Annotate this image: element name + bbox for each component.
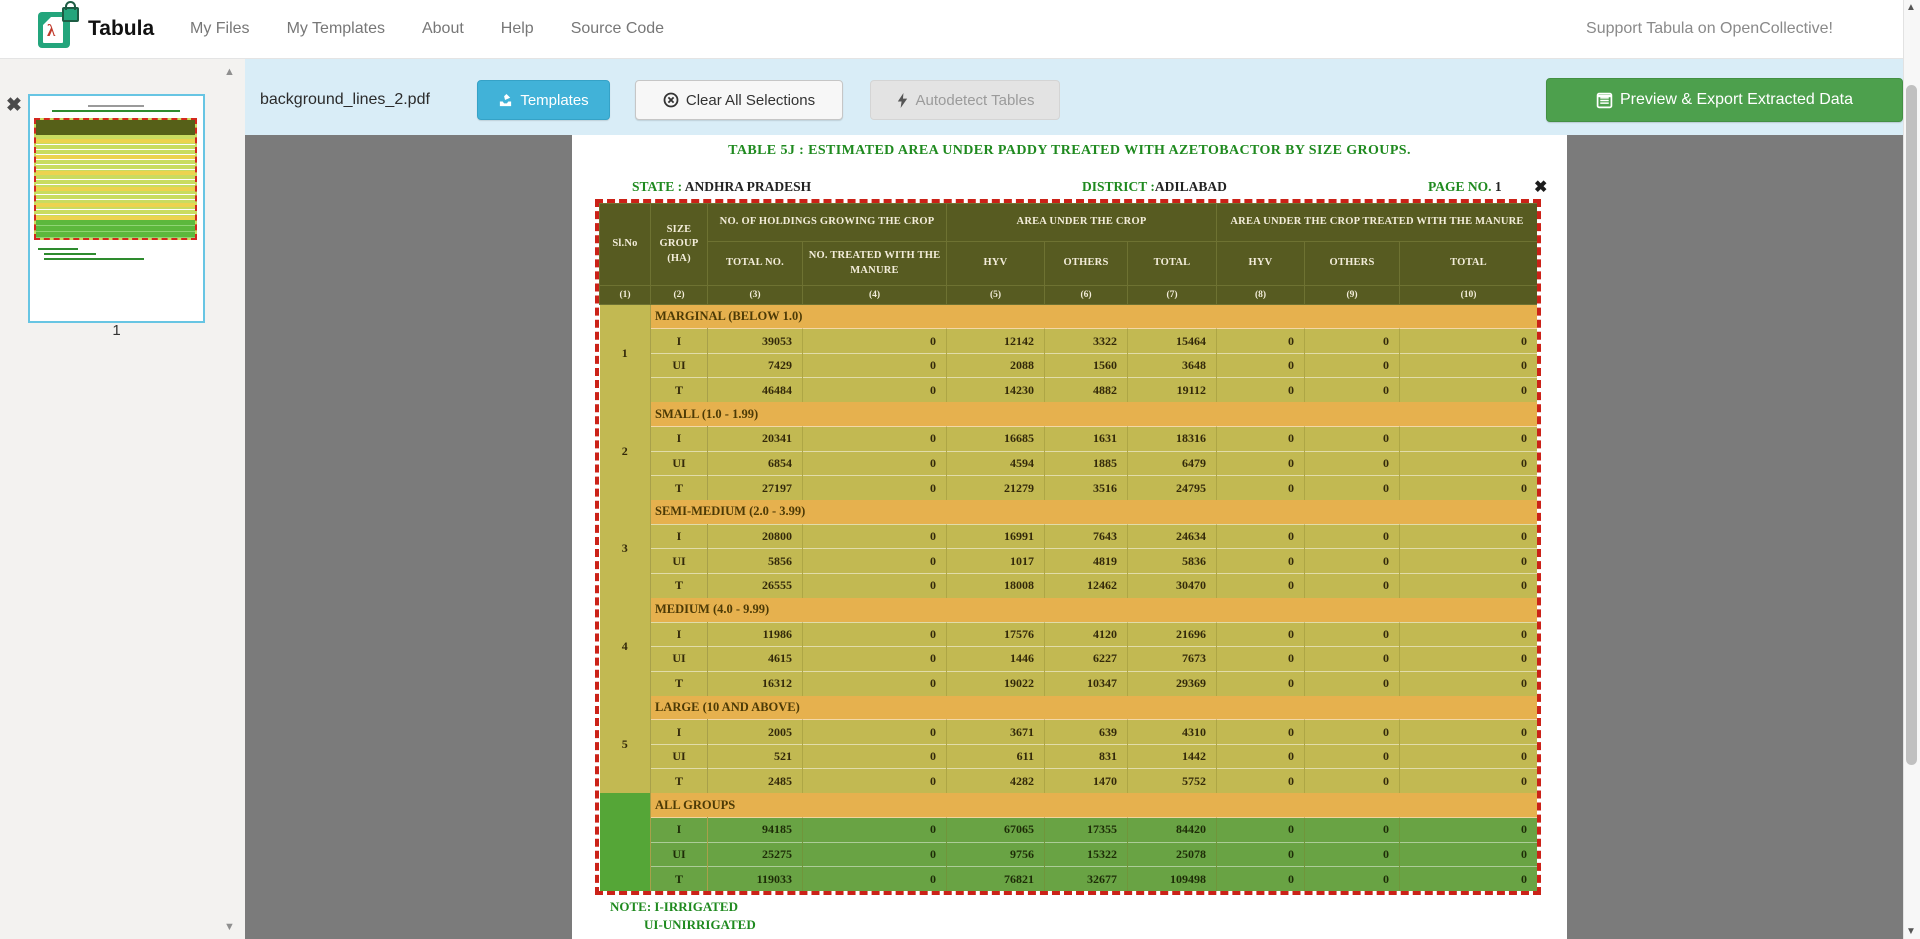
table-list-icon [1596, 92, 1613, 109]
close-document-icon[interactable]: ✖ [6, 96, 22, 116]
tabula-logo-icon: λ [38, 9, 80, 49]
tabula-app: λ Tabula My Files My Templates About Help So… [0, 0, 1920, 939]
current-filename: background_lines_2.pdf [260, 80, 430, 120]
lightning-bolt-icon [896, 93, 909, 108]
page-thumbnail[interactable] [28, 94, 205, 323]
nav-links: My Files My Templates About Help Source Code [190, 0, 664, 58]
sidebar-scroll-down-icon[interactable]: ▼ [224, 921, 235, 933]
selection-close-icon[interactable]: ✖ [1534, 177, 1547, 197]
pdf-table-title: TABLE 5J : ESTIMATED AREA UNDER PADDY TR… [572, 143, 1567, 159]
pdf-viewer: TABLE 5J : ESTIMATED AREA UNDER PADDY TR… [245, 135, 1904, 939]
sidebar-scroll-up-icon[interactable]: ▲ [224, 66, 235, 78]
templates-button[interactable]: Templates [477, 80, 610, 120]
autodetect-tables-button[interactable]: Autodetect Tables [870, 80, 1060, 120]
scrollbar-thumb[interactable] [1906, 85, 1917, 765]
nav-link-my-templates[interactable]: My Templates [287, 20, 385, 38]
table-selection-box[interactable] [595, 199, 1541, 895]
thumbnail-sidebar: ✖ ▲ 1 ▼ [0, 58, 245, 939]
nav-link-source-code[interactable]: Source Code [571, 20, 664, 38]
support-link[interactable]: Support Tabula on OpenCollective! [1586, 0, 1833, 58]
circle-x-icon [663, 92, 679, 108]
brand-title: Tabula [88, 0, 154, 58]
scrollbar-down-icon[interactable]: ▼ [1906, 926, 1916, 937]
nav-link-help[interactable]: Help [501, 20, 534, 38]
nav-link-about[interactable]: About [422, 20, 464, 38]
window-scrollbar[interactable]: ▲ ▼ [1903, 0, 1920, 939]
pdf-page[interactable]: TABLE 5J : ESTIMATED AREA UNDER PADDY TR… [572, 135, 1567, 939]
pdf-district-line: DISTRICT :ADILABAD [1082, 179, 1227, 195]
scrollbar-up-icon[interactable]: ▲ [1906, 2, 1916, 13]
pdf-state-line: STATE : ANDHRA PRADESH [632, 179, 811, 195]
pdf-pageno-line: PAGE NO. 1 [1428, 179, 1502, 195]
nav-link-my-files[interactable]: My Files [190, 20, 250, 38]
clear-all-selections-button[interactable]: Clear All Selections [635, 80, 843, 120]
pdf-note-line2: UI-UNIRRIGATED [644, 917, 756, 933]
import-tray-icon [498, 93, 513, 108]
top-navbar: λ Tabula My Files My Templates About Help So… [0, 0, 1920, 59]
thumbnail-page-number: 1 [28, 322, 205, 339]
preview-export-button[interactable]: Preview & Export Extracted Data [1546, 78, 1903, 122]
pdf-note-line1: NOTE: I-IRRIGATED [610, 899, 738, 915]
toolbar: background_lines_2.pdf Templates Clear A… [245, 58, 1904, 137]
thumbnail-table-preview [34, 118, 197, 240]
